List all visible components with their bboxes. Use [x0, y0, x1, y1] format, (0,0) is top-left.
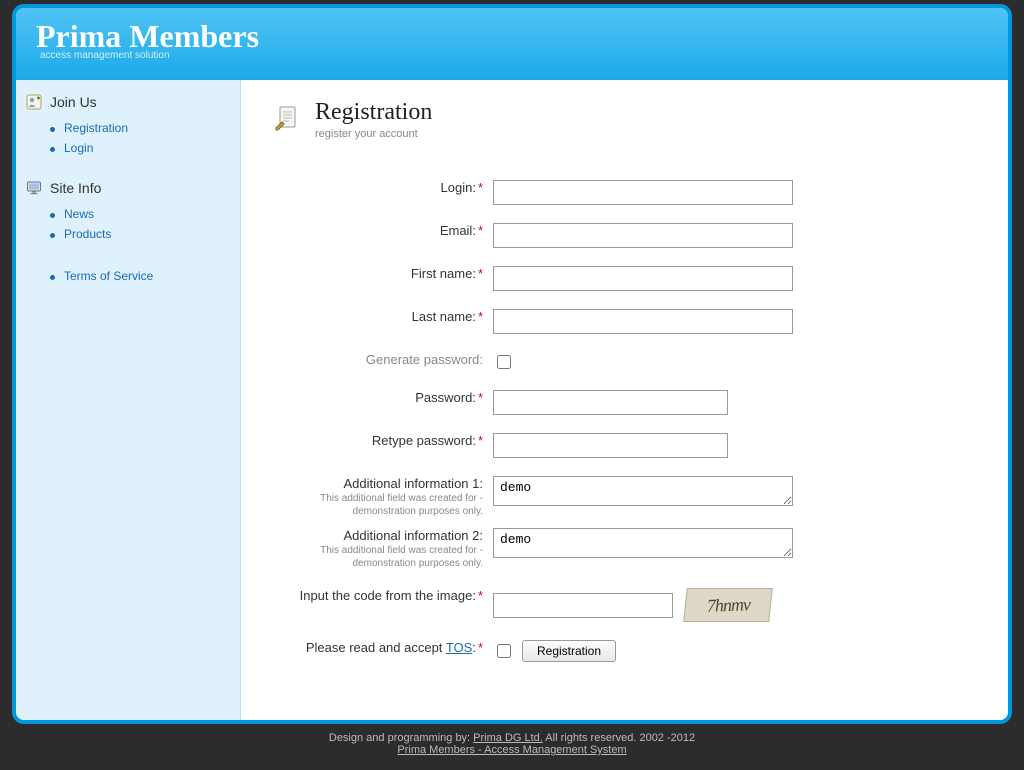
label-captcha: Input the code from the image: [300, 588, 476, 603]
password-input[interactable] [493, 390, 728, 415]
label-retype-password: Retype password: [372, 433, 476, 448]
footer: Design and programming by: Prima DG Ltd.… [0, 724, 1024, 770]
additional-1-input[interactable] [493, 476, 793, 506]
captcha-image: 7hnmv [683, 588, 773, 622]
footer-design-rest: All rights reserved. 2002 -2012 [543, 732, 695, 744]
email-input[interactable] [493, 223, 793, 248]
generate-password-checkbox[interactable] [497, 355, 511, 369]
sidebar-item-tos: Terms of Service [50, 266, 230, 286]
sidebar-link[interactable]: Terms of Service [64, 269, 153, 283]
sidebar-link[interactable]: Registration [64, 121, 128, 135]
label-login: Login: [441, 180, 476, 195]
label-additional-1: Additional information 1: [344, 476, 483, 491]
page-header: Registration register your account [273, 100, 976, 140]
sidebar-item-products: Products [50, 224, 230, 244]
tos-text-suffix: : [472, 640, 476, 655]
brand-title: Prima Members [36, 20, 259, 52]
label-email: Email: [440, 223, 476, 238]
sidebar-item-registration: Registration [50, 118, 230, 138]
required-marker: * [478, 180, 483, 195]
user-plus-icon [26, 94, 42, 110]
sidebar-heading: Join Us [26, 94, 230, 110]
required-marker: * [478, 588, 483, 603]
first-name-input[interactable] [493, 266, 793, 291]
sidebar-heading-label: Site Info [50, 180, 101, 196]
required-marker: * [478, 266, 483, 281]
required-marker: * [478, 309, 483, 324]
tos-checkbox[interactable] [497, 644, 511, 658]
login-input[interactable] [493, 180, 793, 205]
required-marker: * [478, 433, 483, 448]
sidebar-link[interactable]: Login [64, 141, 93, 155]
page-subtitle: register your account [315, 128, 432, 140]
sidebar-heading: Site Info [26, 180, 230, 196]
captcha-input[interactable] [493, 593, 673, 618]
sidebar-section-site-info: Site Info News Products [26, 180, 230, 244]
required-marker: * [478, 223, 483, 238]
submit-button[interactable]: Registration [522, 640, 616, 662]
label-last-name: Last name: [412, 309, 476, 324]
label-first-name: First name: [411, 266, 476, 281]
tos-link[interactable]: TOS [446, 640, 473, 655]
label-password: Password: [415, 390, 476, 405]
sidebar-item-login: Login [50, 138, 230, 158]
main-content: Registration register your account Login… [241, 80, 1008, 720]
header: Prima Members access management solution [16, 8, 1008, 80]
additional-2-input[interactable] [493, 528, 793, 558]
footer-design-link[interactable]: Prima DG Ltd. [473, 732, 543, 744]
document-pencil-icon [273, 104, 301, 132]
sidebar-item-news: News [50, 204, 230, 224]
required-marker: * [478, 390, 483, 405]
app-window: Prima Members access management solution… [12, 4, 1012, 724]
sidebar-section-extra: Terms of Service [26, 266, 230, 286]
footer-product-link[interactable]: Prima Members - Access Management System [397, 744, 626, 756]
footer-design-prefix: Design and programming by: [329, 732, 473, 744]
sidebar-heading-label: Join Us [50, 94, 97, 110]
registration-form: Login:* Email:* First name:* Last name:* [273, 180, 976, 662]
retype-password-input[interactable] [493, 433, 728, 458]
required-marker: * [478, 640, 483, 655]
tos-text-prefix: Please read and accept [306, 640, 446, 655]
monitor-icon [26, 180, 42, 196]
sidebar-section-join-us: Join Us Registration Login [26, 94, 230, 158]
sidebar-link[interactable]: News [64, 207, 94, 221]
hint-additional-1: This additional field was created for - … [273, 492, 483, 518]
label-additional-2: Additional information 2: [344, 528, 483, 543]
hint-additional-2: This additional field was created for - … [273, 544, 483, 570]
label-generate-password: Generate password: [366, 352, 483, 367]
last-name-input[interactable] [493, 309, 793, 334]
sidebar-link[interactable]: Products [64, 227, 111, 241]
page-title: Registration [315, 100, 432, 124]
sidebar: Join Us Registration Login [16, 80, 241, 720]
